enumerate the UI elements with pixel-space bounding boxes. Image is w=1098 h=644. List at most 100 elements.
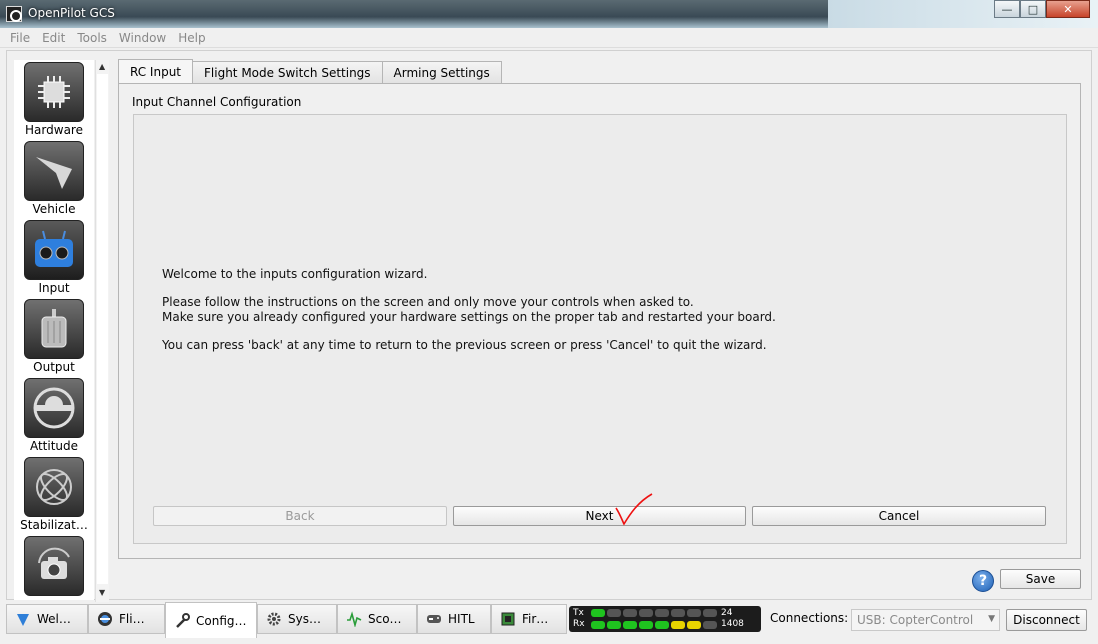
cancel-button[interactable]: Cancel [752,506,1046,526]
tab-arming-settings[interactable]: Arming Settings [381,61,502,83]
sidebar-item-input[interactable]: Input [14,220,94,295]
wizard-instruction-text: Please follow the instructions on the sc… [162,295,694,309]
rx-segment [591,621,605,629]
scroll-up-icon[interactable]: ▲ [99,62,105,71]
tx-segment [655,609,669,617]
wizard-panel [133,114,1067,544]
window-title: OpenPilot GCS [28,6,115,20]
telemetry-meter: Tx Rx 24 1408 [569,606,761,632]
sidebar-item-label: Stabilizat… [20,518,88,532]
mode-tab-label: Config… [196,613,247,628]
sidebar-item-camera[interactable] [14,536,94,596]
minimize-button[interactable]: — [994,0,1020,18]
checkmark-annotation-icon [615,493,653,526]
tx-segment [623,609,637,617]
mode-tab-label: Sco… [368,612,402,626]
connections-label: Connections: [770,611,849,625]
tab-rc-input[interactable]: RC Input [118,59,194,83]
wizard-welcome-text: Welcome to the inputs configuration wiza… [162,267,428,281]
gamepad-icon [426,611,442,627]
flight-icon [97,611,113,627]
connection-select[interactable]: USB: CopterControl ▼ [851,609,1000,631]
back-button[interactable]: Back [153,506,447,526]
wizard-instruction-text: You can press 'back' at any time to retu… [162,338,767,352]
sidebar-item-label: Input [38,281,70,295]
config-tabs: RC Input Flight Mode Switch Settings Arm… [118,59,502,83]
scroll-thumb[interactable] [97,74,108,584]
rx-segment [655,621,669,629]
motor-icon [24,299,84,359]
mode-tab-label: HITL [448,612,475,626]
mode-tab-label: Sys… [288,612,321,626]
mode-tab-hitl[interactable]: HITL [417,604,491,634]
help-icon[interactable]: ? [972,570,994,592]
chip-icon [24,62,84,122]
menu-edit[interactable]: Edit [42,31,65,45]
mode-tab-flight[interactable]: Fli… [88,604,165,634]
sidebar-item-label: Output [33,360,75,374]
tx-segment [703,609,717,617]
tx-segment [607,609,621,617]
menu-tools[interactable]: Tools [77,31,107,45]
save-button[interactable]: Save [1000,569,1081,589]
sidebar-scrollbar[interactable]: ▲ ▼ [95,60,109,602]
gyro-icon [24,457,84,517]
menu-file[interactable]: File [10,31,30,45]
rx-segment [623,621,637,629]
mode-tab-system[interactable]: Sys… [257,604,337,634]
mode-tab-welcome[interactable]: Wel… [6,604,88,634]
tx-segment [671,609,685,617]
sidebar-item-output[interactable]: Output [14,299,94,374]
rx-label: Rx [573,619,585,629]
group-title: Input Channel Configuration [132,95,302,109]
rx-segment [671,621,685,629]
mode-tab-scopes[interactable]: Sco… [337,604,417,634]
sidebar-item-vehicle[interactable]: Vehicle [14,141,94,216]
welcome-icon [15,611,31,627]
sidebar-item-label: Attitude [29,439,79,453]
tab-flight-mode-switch-settings[interactable]: Flight Mode Switch Settings [192,61,383,83]
tx-segment [591,609,605,617]
jet-icon [24,141,84,201]
mode-tab-firmware[interactable]: Fir… [491,604,567,634]
tx-level-bar [591,609,717,617]
menu-bar: File Edit Tools Window Help [0,28,1098,48]
mode-tab-label: Fir… [522,612,549,626]
sidebar-item-hardware[interactable]: Hardware [14,62,94,137]
menu-help[interactable]: Help [178,31,205,45]
connection-select-value: USB: CopterControl [857,613,974,627]
wrench-icon [174,612,190,629]
wizard-instruction-text: Make sure you already configured your ha… [162,310,776,324]
tx-value: 24 [721,608,733,618]
chevron-down-icon: ▼ [988,614,995,624]
maximize-button[interactable]: □ [1020,0,1046,18]
tx-segment [687,609,701,617]
scroll-down-icon[interactable]: ▼ [99,588,105,597]
gear-icon [266,611,282,627]
menu-window[interactable]: Window [119,31,166,45]
mode-tab-configuration[interactable]: Config… [165,602,257,638]
title-bar: OpenPilot GCS — □ ✕ [0,0,1098,28]
tx-label: Tx [573,608,584,618]
sidebar-item-label: Hardware [25,123,83,137]
config-sidebar: Hardware Vehicle Input Output Attitude S… [14,60,94,600]
sidebar-item-label: Vehicle [32,202,76,216]
rx-value: 1408 [721,619,744,629]
disconnect-button[interactable]: Disconnect [1006,609,1087,631]
next-button[interactable]: Next [453,506,746,526]
remote-control-icon [24,220,84,280]
sidebar-item-attitude[interactable]: Attitude [14,378,94,453]
rx-segment [607,621,621,629]
level-icon [24,378,84,438]
firmware-chip-icon [500,611,516,627]
close-button[interactable]: ✕ [1046,0,1090,18]
tx-segment [639,609,653,617]
rx-segment [703,621,717,629]
mode-tab-label: Fli… [119,612,145,626]
rx-segment [687,621,701,629]
rx-level-bar [591,621,717,629]
mode-tab-label: Wel… [37,612,71,626]
scope-icon [346,611,362,628]
sidebar-item-stabilization[interactable]: Stabilizat… [14,457,94,532]
app-icon [6,6,22,22]
